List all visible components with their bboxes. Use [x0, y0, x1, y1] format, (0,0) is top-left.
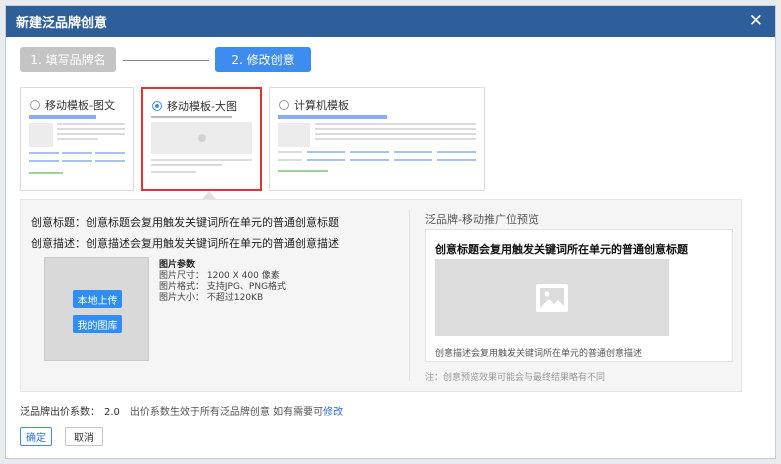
creative-title-field: 创意标题：创意标题会复用触发关键词所在单元的普通创意标题	[31, 214, 339, 230]
template-label: 计算机模板	[294, 99, 349, 112]
creative-title-label: 创意标题：	[31, 216, 86, 229]
my-gallery-button[interactable]: 我的图库	[73, 315, 122, 333]
new-brand-creative-dialog: 新建泛品牌创意 ✕ 1. 填写品牌名 2. 修改创意 移动模板-图文 移动模板-…	[5, 5, 776, 459]
template-label: 移动模板-大图	[167, 100, 237, 113]
bid-coefficient-label: 泛品牌出价系数：	[20, 407, 100, 418]
creative-description-value: 创意描述会复用触发关键词所在单元的普通创意描述	[86, 237, 339, 250]
template-card-computer[interactable]: 计算机模板	[269, 87, 485, 191]
step-edit-creative[interactable]: 2. 修改创意	[215, 47, 311, 72]
bid-coefficient-note: 出价系数生效于所有泛品牌创意 如有需要可	[129, 407, 324, 418]
preview-image	[435, 259, 669, 336]
creative-title-value: 创意标题会复用触发关键词所在单元的普通创意标题	[86, 216, 339, 229]
image-upload-area: 本地上传 我的图库	[44, 257, 149, 361]
step-connector	[123, 60, 209, 61]
creative-edit-panel: 创意标题：创意标题会复用触发关键词所在单元的普通创意标题 创意描述：创意描述会复…	[20, 199, 742, 392]
bid-coefficient-value: 2.0	[104, 407, 120, 418]
image-size-spec: 图片尺寸： 1200 X 400 像素	[159, 271, 280, 281]
creative-description-label: 创意描述：	[31, 237, 86, 250]
template-label: 移动模板-图文	[45, 99, 115, 112]
image-filesize-spec: 图片大小： 不超过120KB	[159, 293, 264, 303]
dialog-titlebar: 新建泛品牌创意 ✕	[6, 6, 775, 37]
preview-card: 创意标题会复用触发关键词所在单元的普通创意标题 创意描述会复用触发关键词所在单元…	[425, 229, 733, 362]
template-thumbnail	[278, 115, 476, 184]
panel-divider	[409, 210, 410, 381]
image-params-title: 图片参数	[159, 260, 196, 270]
bid-coefficient-row: 泛品牌出价系数： 2.0 出价系数生效于所有泛品牌创意 如有需要可修改	[20, 403, 343, 418]
confirm-button[interactable]: 确定	[20, 427, 52, 446]
selected-template-pointer	[202, 191, 216, 199]
template-radio-selected[interactable]	[152, 101, 162, 111]
modify-coefficient-link[interactable]: 修改	[323, 407, 343, 418]
image-placeholder-icon	[197, 134, 206, 142]
step-indicator: 1. 填写品牌名 2. 修改创意	[20, 47, 320, 73]
close-icon[interactable]: ✕	[749, 13, 763, 30]
image-format-spec: 图片格式： 支持JPG、PNG格式	[159, 282, 287, 292]
local-upload-button[interactable]: 本地上传	[73, 290, 122, 308]
template-thumbnail	[29, 115, 125, 184]
preview-description: 创意描述会复用触发关键词所在单元的普通创意描述	[435, 349, 643, 359]
preview-headline: 创意标题会复用触发关键词所在单元的普通创意标题	[435, 243, 688, 256]
image-params: 图片参数 图片尺寸： 1200 X 400 像素 图片格式： 支持JPG、PNG…	[159, 260, 286, 304]
cancel-button[interactable]: 取消	[65, 427, 103, 446]
template-radio[interactable]	[279, 100, 289, 110]
image-placeholder-icon	[536, 283, 568, 312]
preview-note: 注：创意预览效果可能会与最终结果略有不同	[425, 373, 606, 383]
template-card-mobile-large-image[interactable]: 移动模板-大图	[141, 87, 262, 191]
template-card-mobile-image-text[interactable]: 移动模板-图文	[20, 87, 134, 191]
template-radio[interactable]	[30, 100, 40, 110]
creative-description-field: 创意描述：创意描述会复用触发关键词所在单元的普通创意描述	[31, 235, 339, 251]
template-thumbnail	[151, 116, 252, 183]
step-fill-brand-name[interactable]: 1. 填写品牌名	[20, 47, 116, 72]
preview-section-title: 泛品牌-移动推广位预览	[425, 213, 539, 226]
dialog-title: 新建泛品牌创意	[16, 16, 108, 31]
